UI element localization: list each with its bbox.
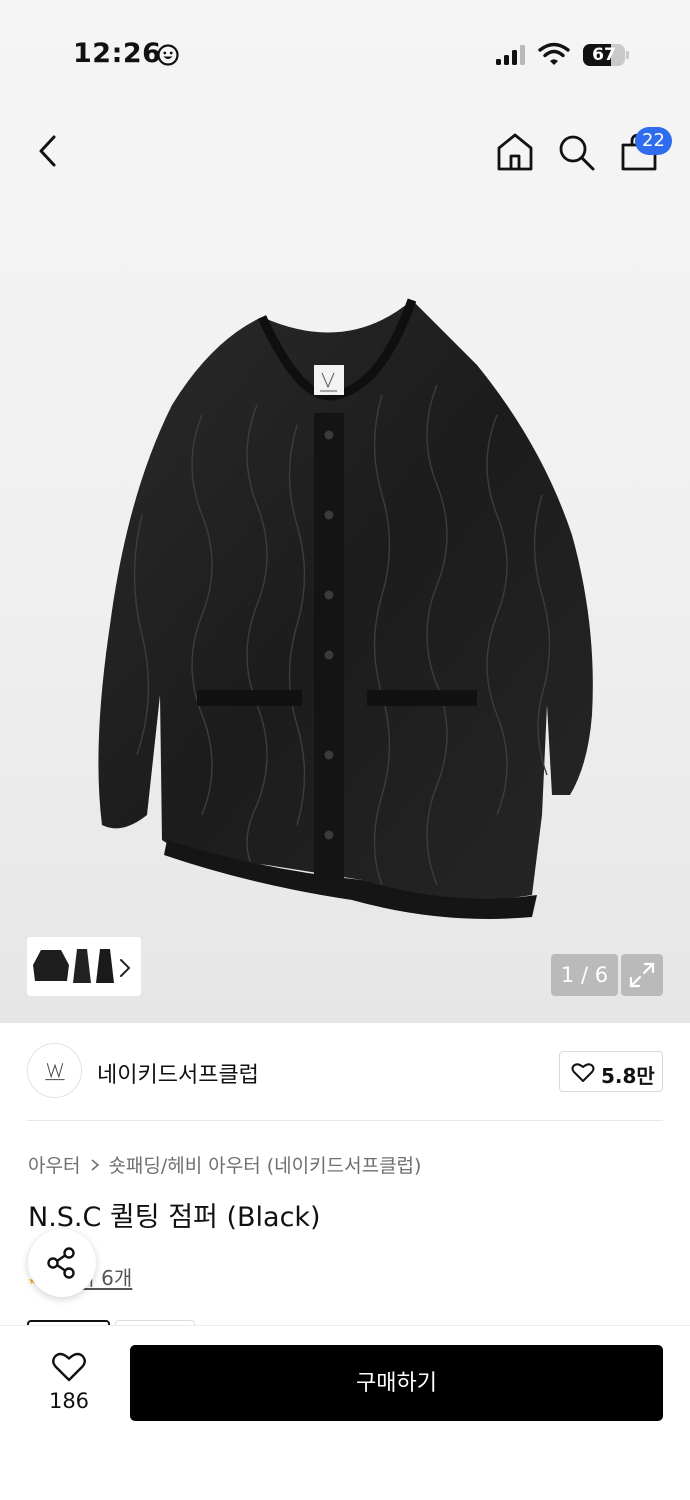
battery-level: 67 <box>592 45 616 65</box>
thumbnail-back[interactable] <box>95 945 115 987</box>
brand-name[interactable]: 네이키드서프클럽 <box>97 1057 259 1089</box>
image-counter: 1 / 6 <box>551 954 618 996</box>
thumbnail-side[interactable] <box>71 945 93 987</box>
breadcrumb-category[interactable]: 아우터 <box>28 1155 80 1177</box>
product-title: N.S.C 퀼팅 점퍼 (Black) <box>28 1202 321 1233</box>
expand-icon[interactable] <box>621 954 663 996</box>
back-button[interactable] <box>32 132 66 170</box>
wishlist-button[interactable]: 186 <box>38 1347 100 1419</box>
brand-logo-mark <box>45 1063 65 1081</box>
chevron-right-icon <box>91 1158 100 1171</box>
search-icon[interactable] <box>556 132 596 172</box>
breadcrumb: 아우터 숏패딩/헤비 아우터 (네이키드서프클럽) <box>28 1151 421 1178</box>
product-hero: 12:26 67 22 1 / 6 <box>0 0 690 1023</box>
wishlist-count: 186 <box>48 1389 90 1413</box>
share-icon <box>47 1247 75 1279</box>
brand-like-button[interactable]: 5.8만 <box>559 1051 663 1092</box>
status-time: 12:26 <box>73 38 162 69</box>
breadcrumb-subcategory[interactable]: 숏패딩/헤비 아우터 (네이키드서프클럽) <box>108 1155 421 1177</box>
wifi-icon <box>538 42 570 65</box>
home-icon[interactable] <box>494 131 536 173</box>
buy-button[interactable]: 구매하기 <box>130 1345 663 1421</box>
brand-like-count: 5.8만 <box>601 1064 655 1088</box>
battery-indicator: 67 <box>583 44 629 66</box>
heart-icon <box>52 1352 86 1382</box>
cart-count-badge: 22 <box>635 127 672 155</box>
brand-logo[interactable] <box>27 1043 82 1098</box>
heart-icon <box>571 1063 595 1082</box>
divider <box>27 1120 663 1121</box>
signal-icon <box>496 45 525 65</box>
smiley-icon <box>157 44 179 66</box>
share-button[interactable] <box>28 1229 96 1297</box>
thumbnail-front[interactable] <box>31 945 71 987</box>
chevron-right-icon[interactable] <box>118 957 132 979</box>
product-image[interactable] <box>92 295 602 925</box>
